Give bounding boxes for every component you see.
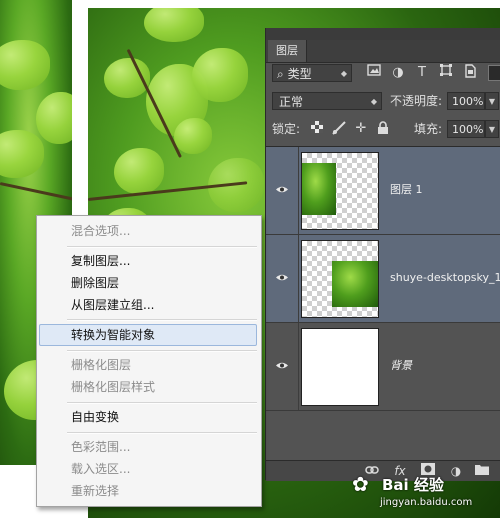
chevron-updown-icon: ◆ [340,69,347,78]
adjustment-filter-icon[interactable]: ◑ [390,64,406,82]
leaf-shape [174,118,212,154]
opacity-dropdown-icon[interactable]: ▼ [485,92,499,110]
menu-item-delete-layer[interactable]: 删除图层 [37,273,261,293]
layer-name[interactable]: shuye-desktopsky_1 [390,269,500,287]
image-filter-icon[interactable] [366,64,382,82]
menu-separator [67,350,257,352]
menu-item-label: 转换为智能对象 [71,328,156,342]
eye-icon [276,362,288,369]
menu-separator [67,246,257,248]
lock-all-icon[interactable] [375,121,391,137]
type-filter-icon[interactable]: T [414,64,430,82]
menu-item-color-range[interactable]: 色彩范围... [37,437,261,457]
leaf-shape [192,48,248,102]
watermark-text: Bai 经验 [382,476,444,494]
menu-item-load-selection[interactable]: 载入选区... [37,459,261,479]
layer-name[interactable]: 图层 1 [390,181,423,199]
smart-object-filter-icon[interactable] [462,64,478,82]
lock-transparent-pixels-icon[interactable] [309,121,325,137]
visibility-toggle[interactable] [266,147,299,234]
menu-item-reselect[interactable]: 重新选择 [37,481,261,501]
menu-item-convert-to-smart-object[interactable]: 转换为智能对象 [39,324,257,346]
thumbnail-image [302,163,336,215]
opacity-label: 不透明度: [390,94,443,108]
menu-separator [67,402,257,404]
layers-list: 图层 1 shuye-desktopsky_1 背景 [266,146,500,461]
menu-item-label: 栅格化图层 [71,358,132,372]
lock-image-pixels-icon[interactable] [331,121,347,137]
chevron-updown-icon: ◆ [370,97,377,106]
menu-item-group-from-layers[interactable]: 从图层建立组... [37,295,261,315]
thumbnail-image [332,261,378,307]
menu-item-free-transform[interactable]: 自由变换 [37,407,261,427]
menu-item-label: 栅格化图层样式 [71,380,156,394]
menu-item-label: 从图层建立组... [71,298,155,312]
opacity-input[interactable]: 100% [447,92,485,110]
leaf-shape [114,148,164,194]
fill-label: 填充: [414,122,443,136]
search-icon: ⌕ [277,67,284,81]
stem-shape [0,182,72,202]
layers-panel: 图层 ⌕ 类型 ◆ ◑ T 正常 ◆ 不透明度: 100% ▼ 锁定: ✛ 填充… [265,28,500,481]
layer-row[interactable]: shuye-desktopsky_1 [266,235,500,323]
menu-item-blending-options[interactable]: 混合选项... [37,221,261,241]
adjustment-icon[interactable]: ◑ [448,463,464,479]
fill-dropdown-icon[interactable]: ▼ [485,120,499,138]
menu-item-rasterize-layer[interactable]: 栅格化图层 [37,355,261,375]
menu-item-rasterize-layer-style[interactable]: 栅格化图层样式 [37,377,261,397]
layer-row[interactable]: 图层 1 [266,147,500,235]
filter-toggle-switch[interactable] [488,65,500,81]
eye-icon [276,274,288,281]
menu-item-label: 复制图层... [71,254,131,268]
panel-tab-bar: 图层 [266,40,500,63]
tab-layers[interactable]: 图层 [268,40,307,62]
menu-item-duplicate-layer[interactable]: 复制图层... [37,251,261,271]
lock-label: 锁定: [272,122,301,136]
blend-mode-select[interactable]: 正常 ◆ [272,92,382,110]
layer-filter-select[interactable]: ⌕ 类型 ◆ [272,64,352,82]
layer-context-menu: 混合选项... 复制图层... 删除图层 从图层建立组... 转换为智能对象 栅… [36,215,262,507]
blend-mode-value: 正常 [279,95,304,109]
leaf-shape [0,40,50,90]
menu-item-label: 删除图层 [71,276,120,290]
layer-row[interactable]: 背景 [266,323,500,411]
menu-item-label: 混合选项... [71,224,131,238]
layer-thumbnail[interactable] [301,240,379,318]
leaf-shape [144,8,204,42]
watermark-url: jingyan.baidu.com [380,497,473,508]
layer-thumbnail[interactable] [301,328,379,406]
menu-item-label: 载入选区... [71,462,131,476]
menu-separator [67,319,257,321]
lock-position-icon[interactable]: ✛ [353,121,369,137]
shape-filter-icon[interactable] [438,64,454,82]
folder-icon[interactable] [474,463,490,479]
visibility-toggle[interactable] [266,235,299,322]
eye-icon [276,186,288,193]
baidu-paw-logo-icon: ✿ [352,472,369,496]
leaf-shape [36,92,72,144]
visibility-toggle[interactable] [266,323,299,410]
menu-item-label: 自由变换 [71,410,120,424]
fill-input[interactable]: 100% [447,120,485,138]
menu-item-label: 色彩范围... [71,440,131,454]
leaf-shape [0,130,44,178]
menu-item-label: 重新选择 [71,484,120,498]
filter-select-value: 类型 [287,67,312,81]
layer-thumbnail[interactable] [301,152,379,230]
layer-name[interactable]: 背景 [390,357,412,375]
menu-separator [67,432,257,434]
